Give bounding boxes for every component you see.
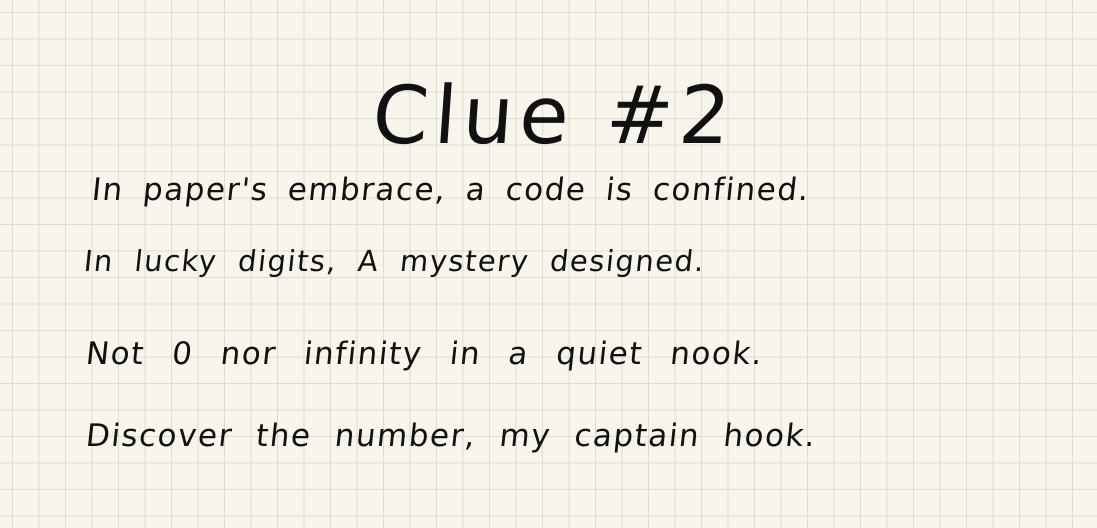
poem-line-4: Discover the number, my captain hook. [84, 418, 819, 454]
clue-title: Clue #2 [369, 68, 740, 162]
poem-line-3: Not 0 nor infinity in a quiet nook. [84, 336, 766, 372]
poem-line-2: In lucky digits, A mystery designed. [82, 244, 708, 278]
poem-line-1: In paper's embrace, a code is confined. [90, 172, 812, 208]
